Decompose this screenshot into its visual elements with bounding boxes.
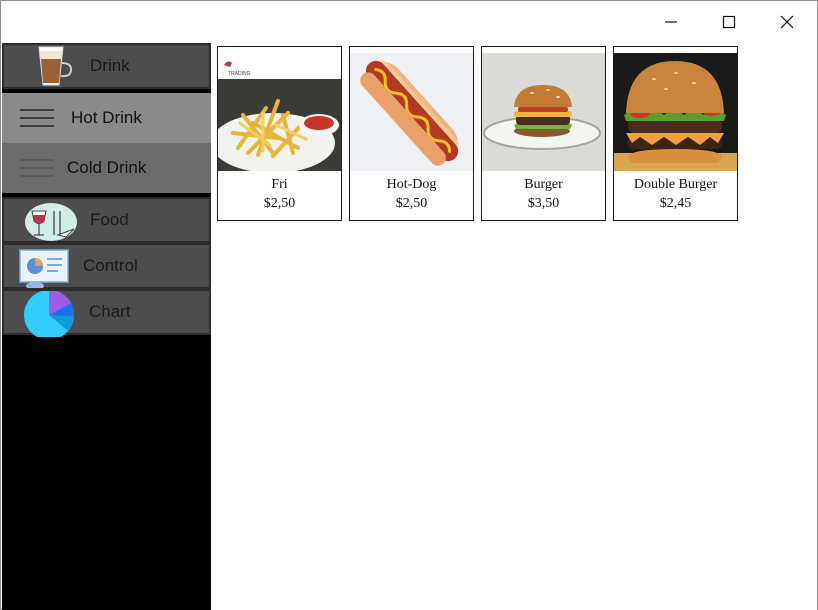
product-card-hot-dog[interactable]: Hot-Dog $2,50: [349, 46, 474, 221]
sidebar-item-label: Food: [90, 210, 129, 229]
product-name: Burger: [524, 177, 563, 192]
product-price: $3,50: [527, 196, 560, 211]
sidebar-item-chart[interactable]: Chart: [2, 289, 211, 337]
sidebar-item-label: Control: [83, 256, 138, 275]
maximize-button[interactable]: [700, 1, 758, 43]
coffee-glass-icon: [38, 46, 73, 86]
product-card-burger[interactable]: Burger $3,50: [481, 46, 606, 221]
product-name: Hot-Dog: [386, 177, 437, 192]
double-burger-image: [614, 53, 737, 171]
product-price: $2,50: [263, 196, 296, 211]
trading-watermark-text: TRADING: [228, 71, 251, 77]
product-name: Fri: [271, 177, 288, 192]
product-price: $2,45: [659, 196, 692, 211]
pie-chart-icon: [24, 291, 75, 337]
product-grid: TRADING Fri $2,50 Hot-Dog $2,50 Burger $…: [211, 43, 817, 610]
fries-image: TRADING: [218, 53, 341, 171]
sidebar-item-control[interactable]: Control: [2, 243, 211, 289]
dashboard-icon: [19, 249, 69, 288]
title-bar: [1, 1, 817, 43]
product-card-double-burger[interactable]: Double Burger $2,45: [613, 46, 738, 221]
product-name: Double Burger: [633, 177, 718, 192]
product-price: $2,50: [395, 196, 428, 211]
sidebar-item-food[interactable]: Food: [2, 197, 211, 243]
menu-lines-icon: [20, 153, 54, 183]
product-card-fri[interactable]: TRADING Fri $2,50: [217, 46, 342, 221]
maximize-icon: [722, 15, 736, 29]
app-window: Drink Hot Drink Cold Drink Food Control …: [0, 0, 818, 610]
sidebar-item-label: Chart: [89, 302, 131, 321]
sidebar-item-label: Hot Drink: [71, 108, 142, 127]
minimize-button[interactable]: [642, 1, 700, 43]
menu-lines-icon: [20, 103, 54, 133]
sidebar-item-hot-drink[interactable]: Hot Drink: [2, 93, 211, 143]
hotdog-image: [350, 53, 473, 171]
sidebar-item-label: Drink: [90, 56, 130, 75]
sidebar-item-label: Cold Drink: [67, 158, 147, 177]
close-button[interactable]: [758, 1, 816, 43]
close-icon: [780, 15, 794, 29]
burger-image: [482, 53, 605, 171]
sidebar-item-cold-drink[interactable]: Cold Drink: [2, 143, 211, 193]
minimize-icon: [665, 21, 677, 23]
sidebar-item-drink[interactable]: Drink: [2, 43, 211, 89]
food-wine-icon: [25, 203, 77, 241]
sidebar: Drink Hot Drink Cold Drink Food Control …: [2, 43, 211, 610]
